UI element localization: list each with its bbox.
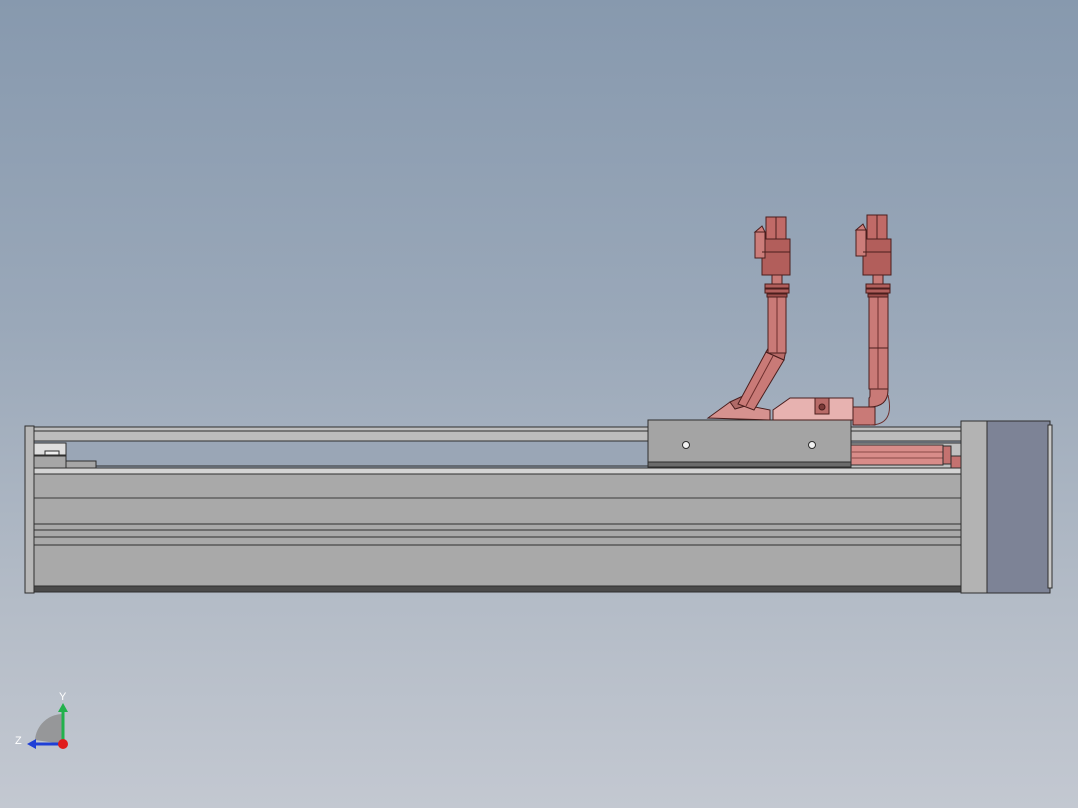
triad-arc (35, 713, 63, 744)
right-hose-elbow-horizontal (852, 406, 876, 426)
carriage-screw-right (808, 441, 816, 449)
pneumatic-assembly[interactable] (706, 214, 892, 426)
right-fitting-base (772, 397, 854, 421)
y-axis-arrow-icon (58, 703, 68, 712)
x-axis-dot-icon (58, 739, 68, 749)
z-axis-label: Z (15, 735, 22, 747)
left-end-cap (24, 425, 35, 594)
carriage-block[interactable] (647, 419, 852, 467)
left-hose-lower (737, 351, 785, 411)
z-axis-arrow-icon (27, 739, 36, 749)
rail-top-face (27, 467, 962, 475)
rail-bottom-edge (27, 585, 962, 593)
orientation-triad[interactable]: Y Z (15, 691, 68, 749)
linear-actuator[interactable] (24, 419, 1053, 594)
servo-motor[interactable] (986, 420, 1051, 594)
cad-model-view[interactable]: Y Z (0, 0, 1078, 808)
left-connector (753, 216, 791, 276)
carriage-screw-left (682, 441, 690, 449)
cad-viewport[interactable]: Y Z (0, 0, 1078, 808)
right-connector (854, 214, 892, 276)
y-axis-label: Y (59, 691, 67, 703)
cylinder-rod (850, 444, 944, 466)
motor-flange (960, 420, 988, 594)
right-hose-elbow (868, 387, 889, 408)
